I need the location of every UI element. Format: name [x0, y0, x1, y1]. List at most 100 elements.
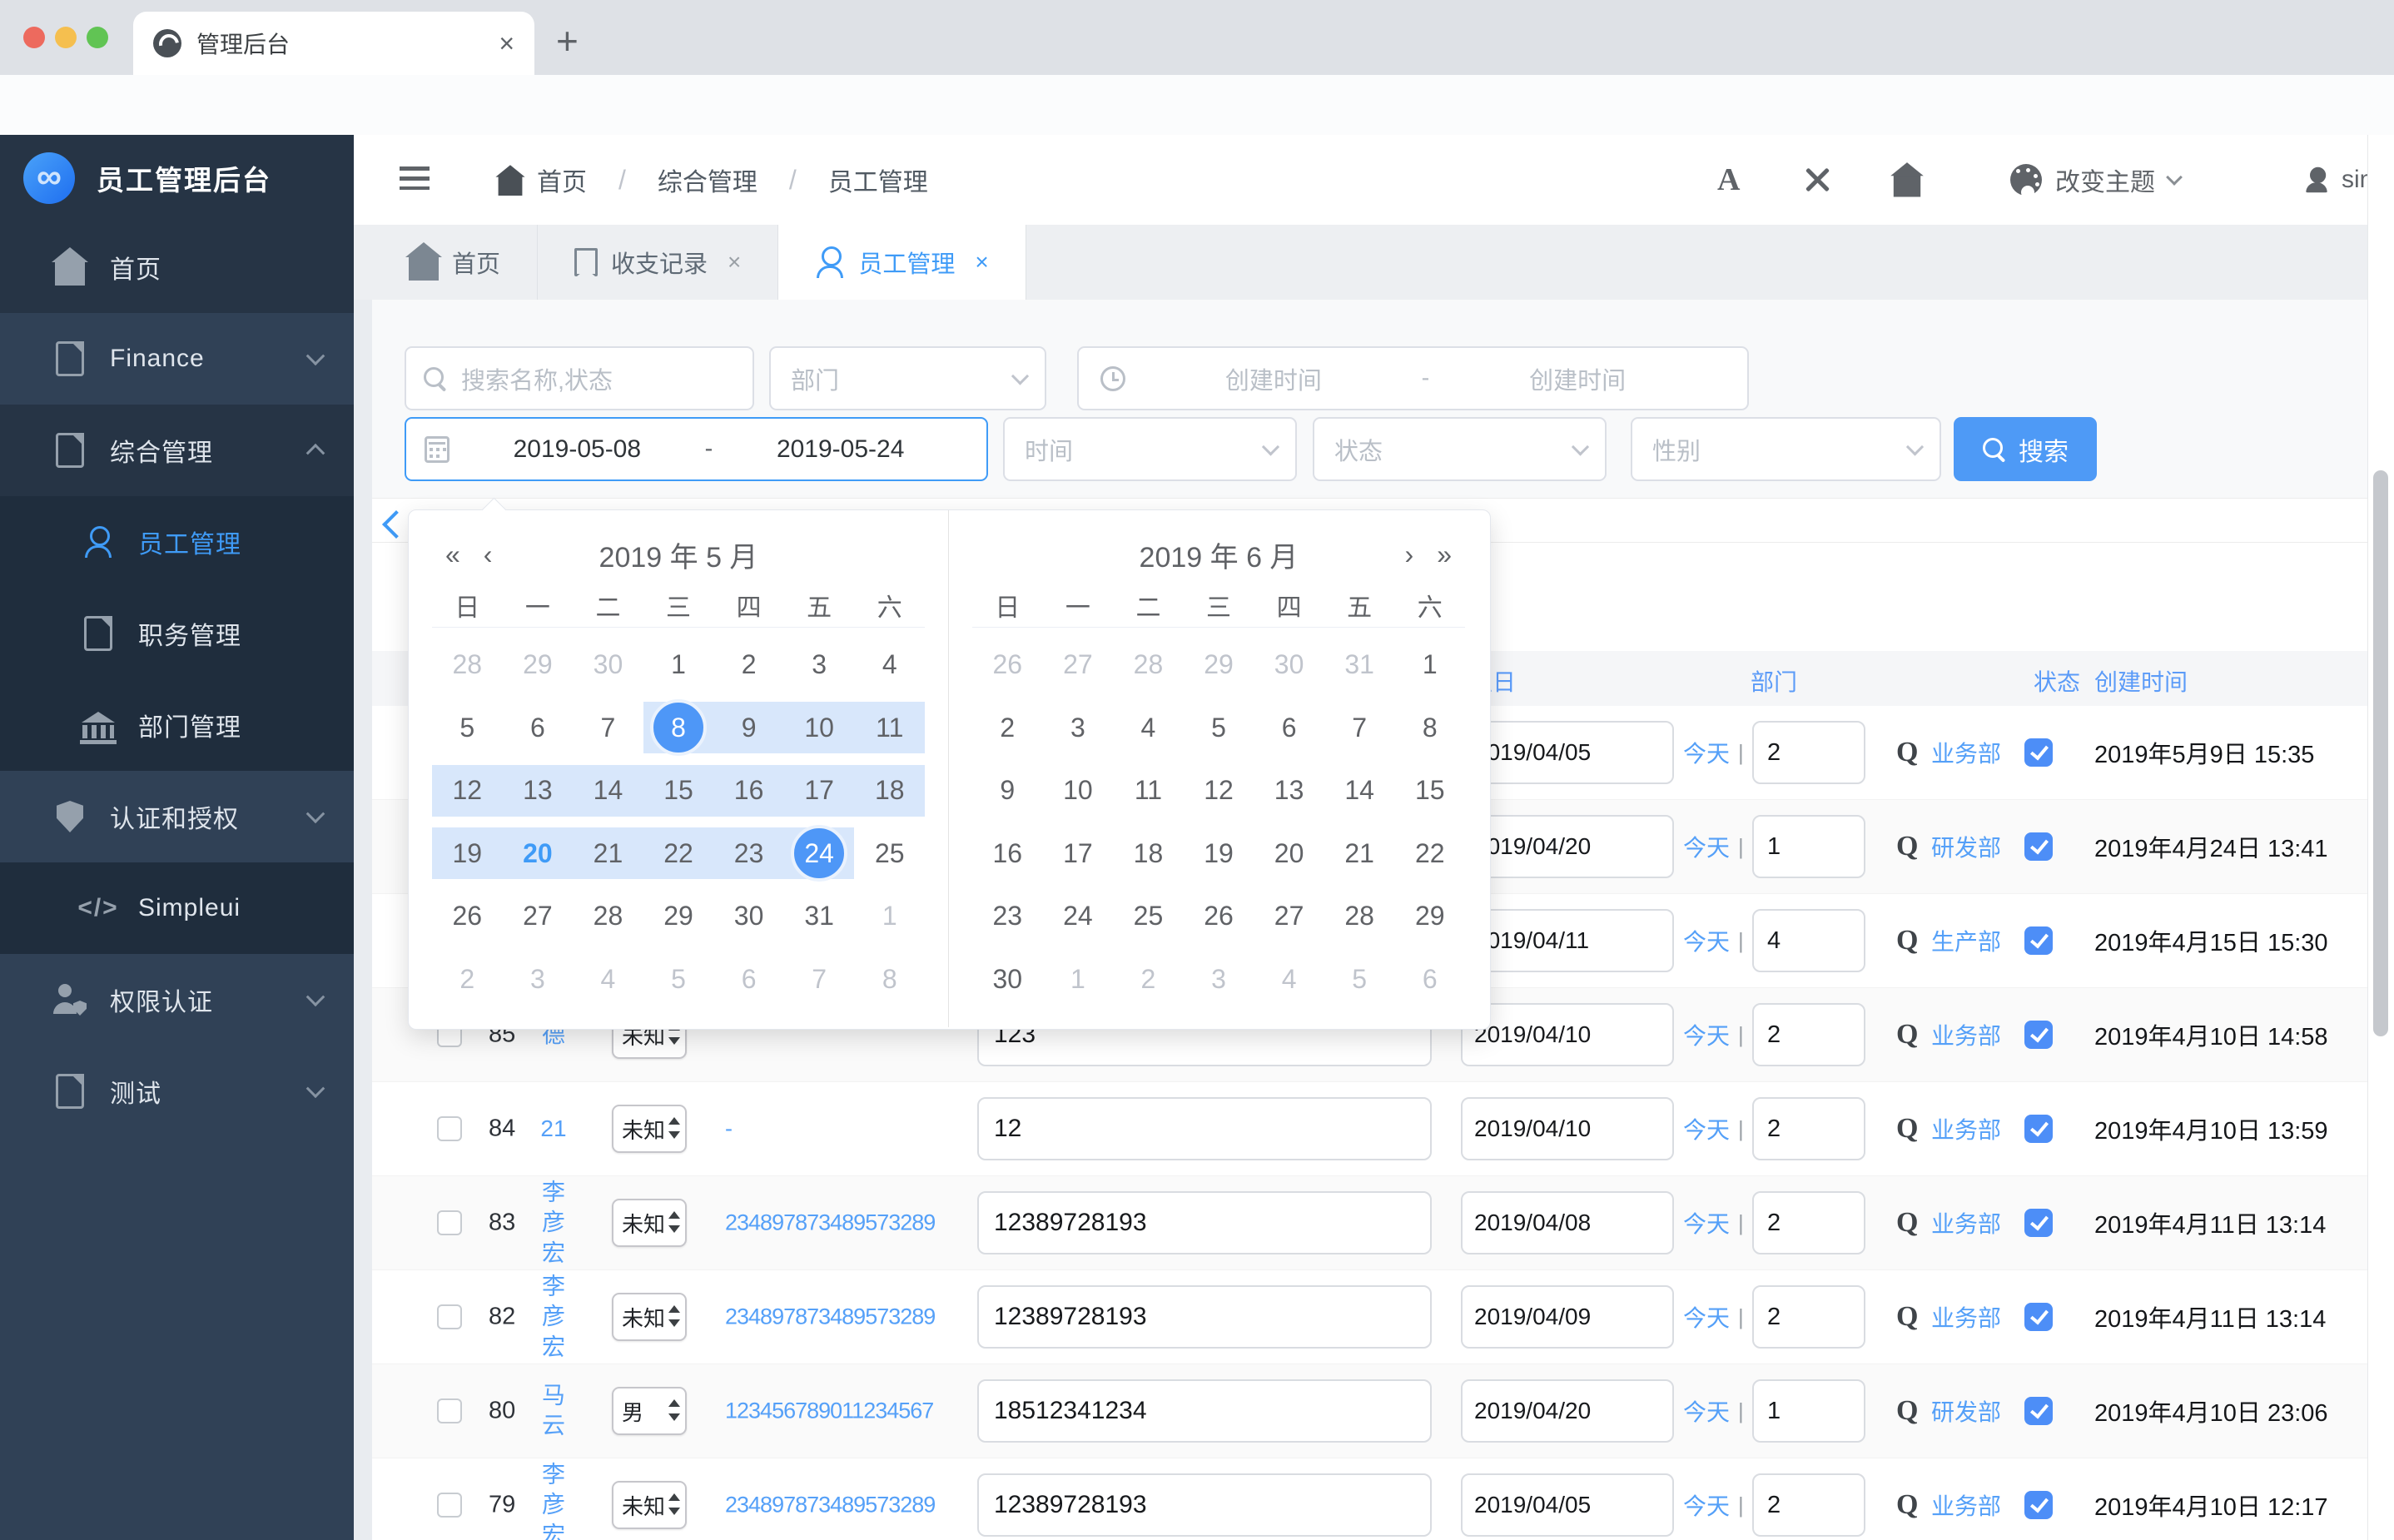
calendar-day[interactable]: 21: [573, 827, 643, 879]
row-checkbox[interactable]: [437, 1210, 462, 1235]
calendar-day[interactable]: 16: [972, 827, 1043, 879]
date-input[interactable]: 2019/04/10: [1461, 1003, 1674, 1066]
calendar-day[interactable]: 30: [713, 891, 784, 942]
calendar-day[interactable]: 9: [713, 702, 784, 753]
calendar-day[interactable]: 28: [573, 891, 643, 942]
calendar-day[interactable]: 5: [432, 702, 503, 753]
calendar-day[interactable]: 26: [1184, 891, 1254, 942]
calendar-day[interactable]: 11: [854, 702, 925, 753]
created-range-input[interactable]: 创建时间 - 创建时间: [1077, 346, 1749, 410]
column-header-status[interactable]: 状态: [2034, 664, 2080, 698]
status-checkbox[interactable]: [2024, 1021, 2053, 1049]
calendar-day[interactable]: 23: [713, 827, 784, 879]
tab-close-icon[interactable]: ×: [499, 28, 514, 59]
status-checkbox[interactable]: [2024, 1397, 2053, 1425]
row-checkbox[interactable]: [437, 1116, 462, 1141]
today-link[interactable]: 今天: [1683, 1300, 1730, 1334]
calendar-day[interactable]: 26: [972, 639, 1043, 691]
breadcrumb-item[interactable]: 综合管理: [658, 161, 757, 198]
calendar-day[interactable]: 15: [1394, 765, 1465, 817]
status-checkbox[interactable]: [2024, 1491, 2053, 1519]
calendar-day[interactable]: 14: [1324, 765, 1395, 817]
status-checkbox[interactable]: [2024, 832, 2053, 861]
phone-input[interactable]: 12389728193: [977, 1285, 1432, 1349]
date-range-input[interactable]: 2019-05-08 - 2019-05-24: [405, 417, 988, 481]
browser-tab[interactable]: 管理后台 ×: [133, 12, 534, 75]
window-minimize-button[interactable]: [55, 27, 77, 48]
department-link[interactable]: 业务部: [1931, 1112, 2001, 1145]
employee-name-link[interactable]: 李彦宏: [539, 1459, 569, 1540]
calendar-day[interactable]: 17: [784, 765, 855, 817]
date-input[interactable]: 2019/04/05: [1461, 721, 1674, 784]
lookup-icon[interactable]: Q: [1896, 1113, 1918, 1145]
calendar-day[interactable]: 26: [432, 891, 503, 942]
department-link[interactable]: 业务部: [1931, 1206, 2001, 1239]
phone-input[interactable]: 18512341234: [977, 1379, 1432, 1443]
calendar-day[interactable]: 29: [503, 639, 574, 691]
status-select[interactable]: 状态: [1313, 417, 1607, 481]
gender-select[interactable]: 性别: [1631, 417, 1941, 481]
lookup-icon[interactable]: Q: [1896, 737, 1918, 768]
calendar-day[interactable]: 13: [1254, 765, 1324, 817]
calendar-day[interactable]: 8: [854, 953, 925, 1005]
phone-input[interactable]: 12389728193: [977, 1473, 1432, 1537]
gender-select[interactable]: 男: [612, 1387, 687, 1435]
id-number-link[interactable]: 123456789011234567: [725, 1398, 963, 1424]
column-header-dept[interactable]: 部门: [1751, 664, 1797, 698]
employee-name-link[interactable]: 马云: [539, 1381, 569, 1442]
date-input[interactable]: 2019/04/08: [1461, 1191, 1674, 1254]
calendar-day[interactable]: 27: [1043, 639, 1114, 691]
calendar-day[interactable]: 25: [854, 827, 925, 879]
gender-select[interactable]: 未知: [612, 1105, 687, 1153]
lookup-icon[interactable]: Q: [1896, 925, 1918, 956]
next-month-icon[interactable]: ›: [1393, 539, 1426, 570]
scrollbar-thumb[interactable]: [2373, 470, 2388, 1036]
sidebar-item-test[interactable]: 测试: [0, 1046, 354, 1137]
date-input[interactable]: 2019/04/20: [1461, 815, 1674, 878]
calendar-day[interactable]: 29: [1394, 891, 1465, 942]
font-size-tool[interactable]: A: [1717, 135, 1740, 225]
lookup-icon[interactable]: Q: [1896, 831, 1918, 862]
new-tab-button[interactable]: +: [556, 18, 579, 63]
calendar-day[interactable]: 4: [573, 953, 643, 1005]
dept-number-input[interactable]: 2: [1752, 1191, 1865, 1254]
dept-number-input[interactable]: 1: [1752, 815, 1865, 878]
sidebar-item-position[interactable]: 职务管理: [0, 588, 354, 679]
calendar-day[interactable]: 5: [1184, 702, 1254, 753]
calendar-day[interactable]: 23: [972, 891, 1043, 942]
department-link[interactable]: 生产部: [1931, 924, 2001, 957]
phone-input[interactable]: 12389728193: [977, 1191, 1432, 1254]
row-checkbox[interactable]: [437, 1493, 462, 1518]
today-link[interactable]: 今天: [1683, 1394, 1730, 1428]
calendar-day[interactable]: 3: [503, 953, 574, 1005]
status-checkbox[interactable]: [2024, 738, 2053, 767]
calendar-day[interactable]: 2: [972, 702, 1043, 753]
breadcrumb-item[interactable]: 员工管理: [828, 161, 928, 198]
calendar-day[interactable]: 2: [1113, 953, 1184, 1005]
today-link[interactable]: 今天: [1683, 1112, 1730, 1145]
id-number-link[interactable]: -: [725, 1116, 963, 1142]
calendar-day[interactable]: 15: [643, 765, 714, 817]
calendar-day[interactable]: 25: [1113, 891, 1184, 942]
calendar-day[interactable]: 16: [713, 765, 784, 817]
id-number-link[interactable]: 234897873489573289: [725, 1304, 963, 1330]
tab-close-icon[interactable]: ×: [728, 249, 741, 276]
calendar-day[interactable]: 7: [1324, 702, 1395, 753]
calendar-day[interactable]: 5: [643, 953, 714, 1005]
dept-number-input[interactable]: 2: [1752, 1097, 1865, 1160]
date-input[interactable]: 2019/04/11: [1461, 909, 1674, 972]
window-close-button[interactable]: [23, 27, 45, 48]
date-input[interactable]: 2019/04/20: [1461, 1379, 1674, 1443]
calendar-day[interactable]: 27: [503, 891, 574, 942]
sidebar-item-home[interactable]: 首页: [0, 221, 354, 313]
calendar-day[interactable]: 5: [1324, 953, 1395, 1005]
sidebar-item-simpleui[interactable]: </>Simpleui: [0, 862, 354, 954]
row-checkbox[interactable]: [437, 1304, 462, 1329]
calendar-day[interactable]: 19: [1184, 827, 1254, 879]
calendar-day[interactable]: 20: [1254, 827, 1324, 879]
calendar-day[interactable]: 6: [1394, 953, 1465, 1005]
calendar-day[interactable]: 31: [1324, 639, 1395, 691]
search-button[interactable]: 搜索: [1954, 417, 2097, 481]
calendar-day[interactable]: 17: [1043, 827, 1114, 879]
tab-首页[interactable]: 首页: [372, 225, 538, 300]
